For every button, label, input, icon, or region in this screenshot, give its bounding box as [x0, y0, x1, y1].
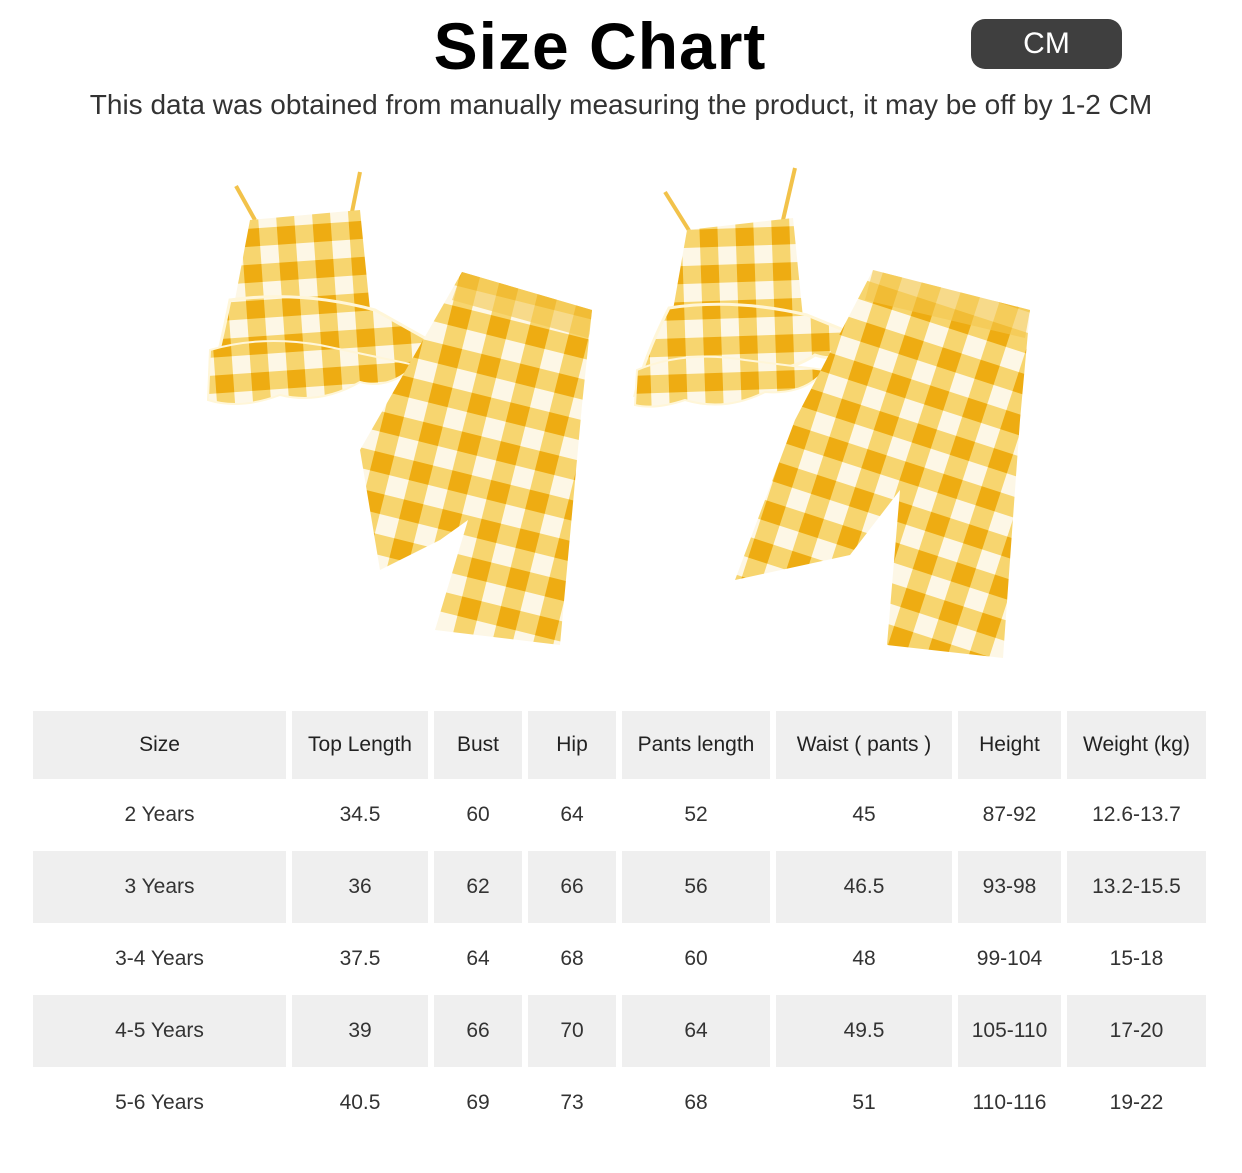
measurement-note: This data was obtained from manually mea…: [89, 89, 1153, 120]
table-cell: 70: [528, 995, 616, 1067]
column-header: Top Length: [292, 711, 428, 779]
size-table: Size Top Length Bust Hip Pants length Wa…: [27, 711, 1212, 1139]
column-header: Height: [958, 711, 1061, 779]
table-cell: 45: [852, 803, 876, 826]
table-cell: 51: [852, 1091, 876, 1114]
table-cell: 66: [434, 995, 522, 1067]
table-cell: 60: [684, 947, 708, 970]
table-cell: 52: [684, 803, 708, 826]
unit-badge: CM: [971, 19, 1122, 69]
table-cell: 62: [434, 851, 522, 923]
table-cell: 36: [292, 851, 428, 923]
table-cell: 39: [292, 995, 428, 1067]
table-cell: 48: [852, 947, 876, 970]
table-cell: 66: [528, 851, 616, 923]
table-cell: 15-18: [1109, 947, 1164, 970]
table-cell: 12.6-13.7: [1092, 803, 1181, 826]
column-header: Size: [33, 711, 286, 779]
table-cell: 64: [466, 947, 490, 970]
table-cell: 99-104: [976, 947, 1043, 970]
table-row: 3-4 Years 37.5 64 68 60 48 99-104 15-18: [33, 923, 1206, 995]
table-cell: 73: [560, 1091, 584, 1114]
table-cell: 46.5: [776, 851, 952, 923]
table-cell: 105-110: [958, 995, 1061, 1067]
table-row: 4-5 Years 39 66 70 64 49.5 105-110 17-20: [33, 995, 1206, 1067]
table-cell: 49.5: [776, 995, 952, 1067]
table-row: 2 Years 34.5 60 64 52 45 87-92 12.6-13.7: [33, 779, 1206, 851]
table-cell: 69: [466, 1091, 490, 1114]
table-cell: 13.2-15.5: [1067, 851, 1206, 923]
column-header: Waist ( pants ): [776, 711, 952, 779]
table-row: 5-6 Years 40.5 69 73 68 51 110-116 19-22: [33, 1067, 1206, 1139]
table-cell: 34.5: [339, 803, 381, 826]
table-header-row: Size Top Length Bust Hip Pants length Wa…: [33, 711, 1206, 779]
table-cell: 93-98: [958, 851, 1061, 923]
table-cell: 56: [622, 851, 770, 923]
table-row: 3 Years 36 62 66 56 46.5 93-98 13.2-15.5: [33, 851, 1206, 923]
table-cell: 17-20: [1067, 995, 1206, 1067]
table-cell: 19-22: [1109, 1091, 1164, 1114]
table-cell: 2 Years: [124, 803, 195, 826]
table-cell: 68: [560, 947, 584, 970]
table-cell: 87-92: [982, 803, 1037, 826]
product-photo-front: [206, 171, 592, 645]
column-header: Weight (kg): [1067, 711, 1206, 779]
column-header: Bust: [434, 711, 522, 779]
table-cell: 3 Years: [33, 851, 286, 923]
table-cell: 68: [684, 1091, 708, 1114]
table-cell: 60: [466, 803, 490, 826]
table-cell: 110-116: [972, 1091, 1047, 1114]
table-cell: 4-5 Years: [33, 995, 286, 1067]
column-header: Hip: [528, 711, 616, 779]
table-cell: 3-4 Years: [115, 947, 204, 970]
product-photo-back: [632, 167, 1030, 658]
column-header: Pants length: [622, 711, 770, 779]
table-cell: 64: [622, 995, 770, 1067]
table-cell: 5-6 Years: [115, 1091, 204, 1114]
table-cell: 37.5: [339, 947, 381, 970]
table-cell: 64: [560, 803, 584, 826]
table-cell: 40.5: [339, 1091, 381, 1114]
